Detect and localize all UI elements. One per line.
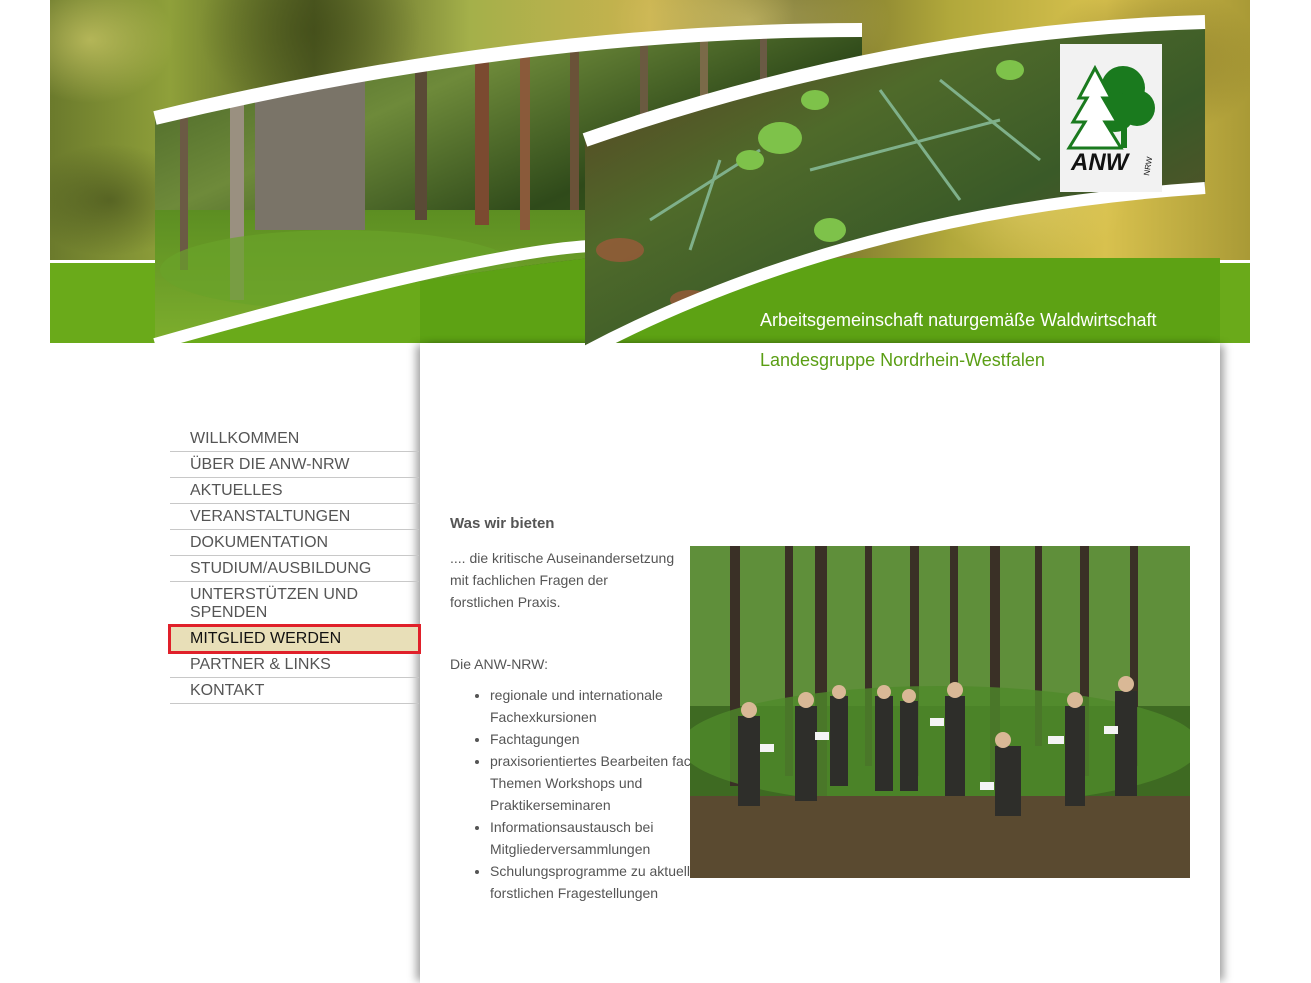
nav-item-studium-ausbildung[interactable]: STUDIUM/AUSBILDUNG [170, 556, 419, 582]
nav-item-kontakt[interactable]: KONTAKT [170, 678, 419, 704]
nav-item-dokumentation[interactable]: DOKUMENTATION [170, 530, 419, 556]
nav-item-veranstaltungen[interactable]: VERANSTALTUNGEN [170, 504, 419, 530]
nav-item-willkommen[interactable]: WILLKOMMEN [170, 426, 419, 452]
list-lead-text: Die ANW-NRW: [450, 656, 549, 672]
intro-text: .... die kritische Auseinandersetzung mi… [450, 550, 675, 610]
section-heading: Was wir bieten [450, 515, 555, 532]
organization-subtitle: Landesgruppe Nordrhein-Westfalen [760, 350, 1045, 370]
nav-item-mitglied-werden[interactable]: MITGLIED WERDEN [168, 624, 421, 654]
excursion-group-photo [690, 546, 1190, 878]
nav-item-unterstuetzen-und-spenden[interactable]: UNTERSTÜTZEN UND SPENDEN [170, 582, 419, 626]
tree-logo-icon: ANW NRW [1066, 64, 1155, 177]
svg-text:ANW: ANW [1070, 149, 1131, 176]
organization-title: Arbeitsgemeinschaft naturgemäße Waldwirt… [760, 310, 1157, 330]
nav-item-partner-links[interactable]: PARTNER & LINKS [170, 652, 419, 678]
svg-text:NRW: NRW [1142, 156, 1154, 177]
nav-item-aktuelles[interactable]: AKTUELLES [170, 478, 419, 504]
main-navigation: WILLKOMMEN ÜBER DIE ANW-NRW AKTUELLES VE… [168, 426, 421, 704]
anw-logo[interactable]: ANW NRW [1060, 44, 1162, 192]
nav-item-ueber-die-anw-nrw[interactable]: ÜBER DIE ANW-NRW [170, 452, 419, 478]
